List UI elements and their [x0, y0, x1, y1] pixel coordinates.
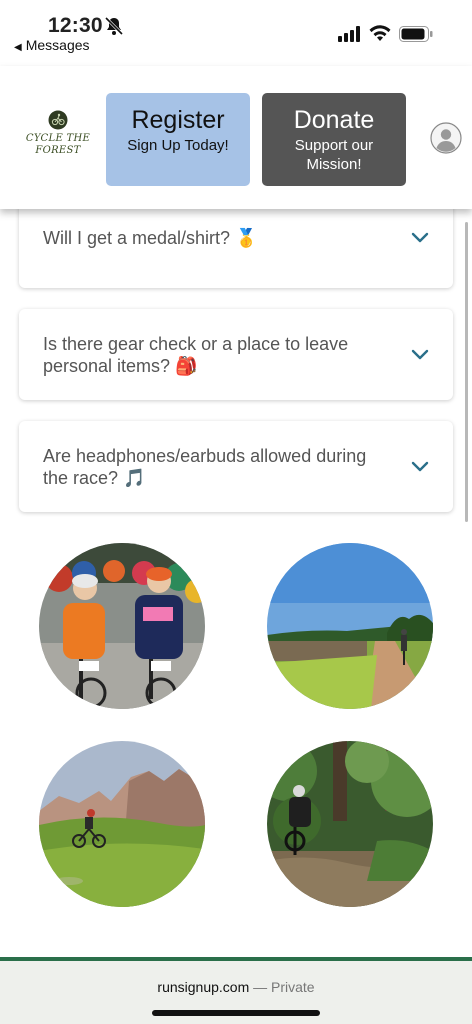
faq-item-headphones[interactable]: Are headphones/earbuds allowed during th… — [19, 421, 453, 512]
logo-text: CYCLE THE FOREST — [24, 133, 92, 157]
donate-button-title: Donate — [293, 106, 375, 134]
faq-question: Will I get a medal/shirt? 🥇 — [43, 228, 258, 248]
page-scrollbar[interactable] — [465, 222, 468, 522]
site-header: CYCLE THE FOREST Register Sign Up Today!… — [0, 66, 472, 209]
donate-button[interactable]: Donate Support our Mission! — [262, 93, 406, 186]
faq-question: Are headphones/earbuds allowed during th… — [43, 446, 367, 488]
user-avatar-icon[interactable] — [430, 122, 462, 154]
faq-item-medal-shirt[interactable]: Will I get a medal/shirt? 🥇 — [19, 209, 453, 288]
cyclist-logo-icon — [48, 110, 68, 130]
url-domain: runsignup.com — [157, 979, 250, 995]
register-button-subtitle: Sign Up Today! — [127, 137, 229, 154]
status-time: 12:30 — [48, 14, 103, 37]
register-button-title: Register — [131, 106, 225, 134]
back-label: Messages — [25, 37, 90, 53]
chevron-down-icon[interactable] — [411, 349, 429, 361]
wifi-icon — [369, 25, 391, 41]
photo-rider-dirt-road — [267, 543, 433, 709]
url-separator: — — [249, 979, 272, 995]
battery-icon — [399, 26, 433, 42]
register-button[interactable]: Register Sign Up Today! — [106, 93, 250, 186]
photo-rider-forest-trail — [267, 741, 433, 907]
main-content: Will I get a medal/shirt? 🥇 Is there gea… — [0, 209, 472, 957]
donate-button-subtitle: Support our Mission! — [294, 137, 374, 173]
faq-question: Is there gear check or a place to leave … — [43, 334, 349, 376]
cellular-signal-icon — [338, 26, 360, 42]
back-triangle-icon: ◀ — [14, 42, 22, 53]
bell-slash-icon — [104, 16, 124, 36]
back-to-messages-link[interactable]: ◀ Messages — [14, 37, 90, 53]
browser-address-bar[interactable]: runsignup.com — Private — [0, 957, 472, 1024]
home-indicator[interactable] — [152, 1010, 320, 1016]
faq-item-gear-check[interactable]: Is there gear check or a place to leave … — [19, 309, 453, 400]
photo-riders-start-line — [39, 543, 205, 709]
url-line[interactable]: runsignup.com — Private — [0, 979, 472, 995]
status-bar: 12:30 ◀ Messages — [0, 0, 472, 66]
photo-rider-mountain-meadow — [39, 741, 205, 907]
logo-line-2: FOREST — [35, 145, 81, 156]
chevron-down-icon[interactable] — [411, 461, 429, 473]
logo-line-1: CYCLE THE — [25, 133, 91, 144]
chevron-down-icon[interactable] — [411, 232, 429, 244]
private-label: Private — [271, 979, 315, 995]
cycle-the-forest-logo[interactable]: CYCLE THE FOREST — [24, 110, 92, 166]
